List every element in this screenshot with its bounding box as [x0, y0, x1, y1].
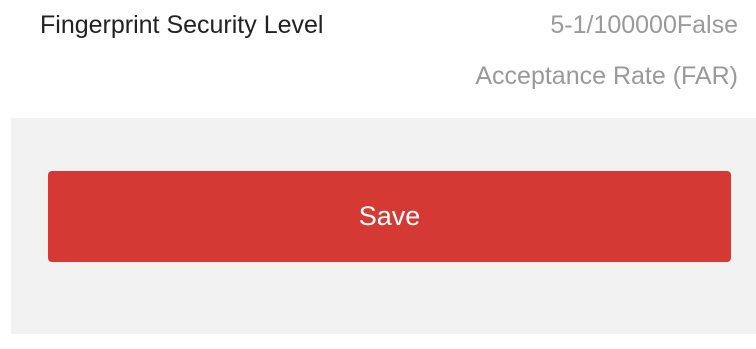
setting-value-line2: Acceptance Rate (FAR)	[475, 62, 738, 90]
setting-label: Fingerprint Security Level	[40, 11, 324, 39]
page: Fingerprint Security Level 5-1/100000Fal…	[0, 0, 756, 349]
footer-area: Save	[11, 118, 756, 334]
setting-value-line1: 5-1/100000False	[550, 11, 738, 39]
setting-value: 5-1/100000False Acceptance Rate (FAR)	[475, 9, 738, 92]
save-button[interactable]: Save	[48, 171, 731, 262]
fingerprint-security-level-row[interactable]: Fingerprint Security Level 5-1/100000Fal…	[0, 0, 756, 118]
